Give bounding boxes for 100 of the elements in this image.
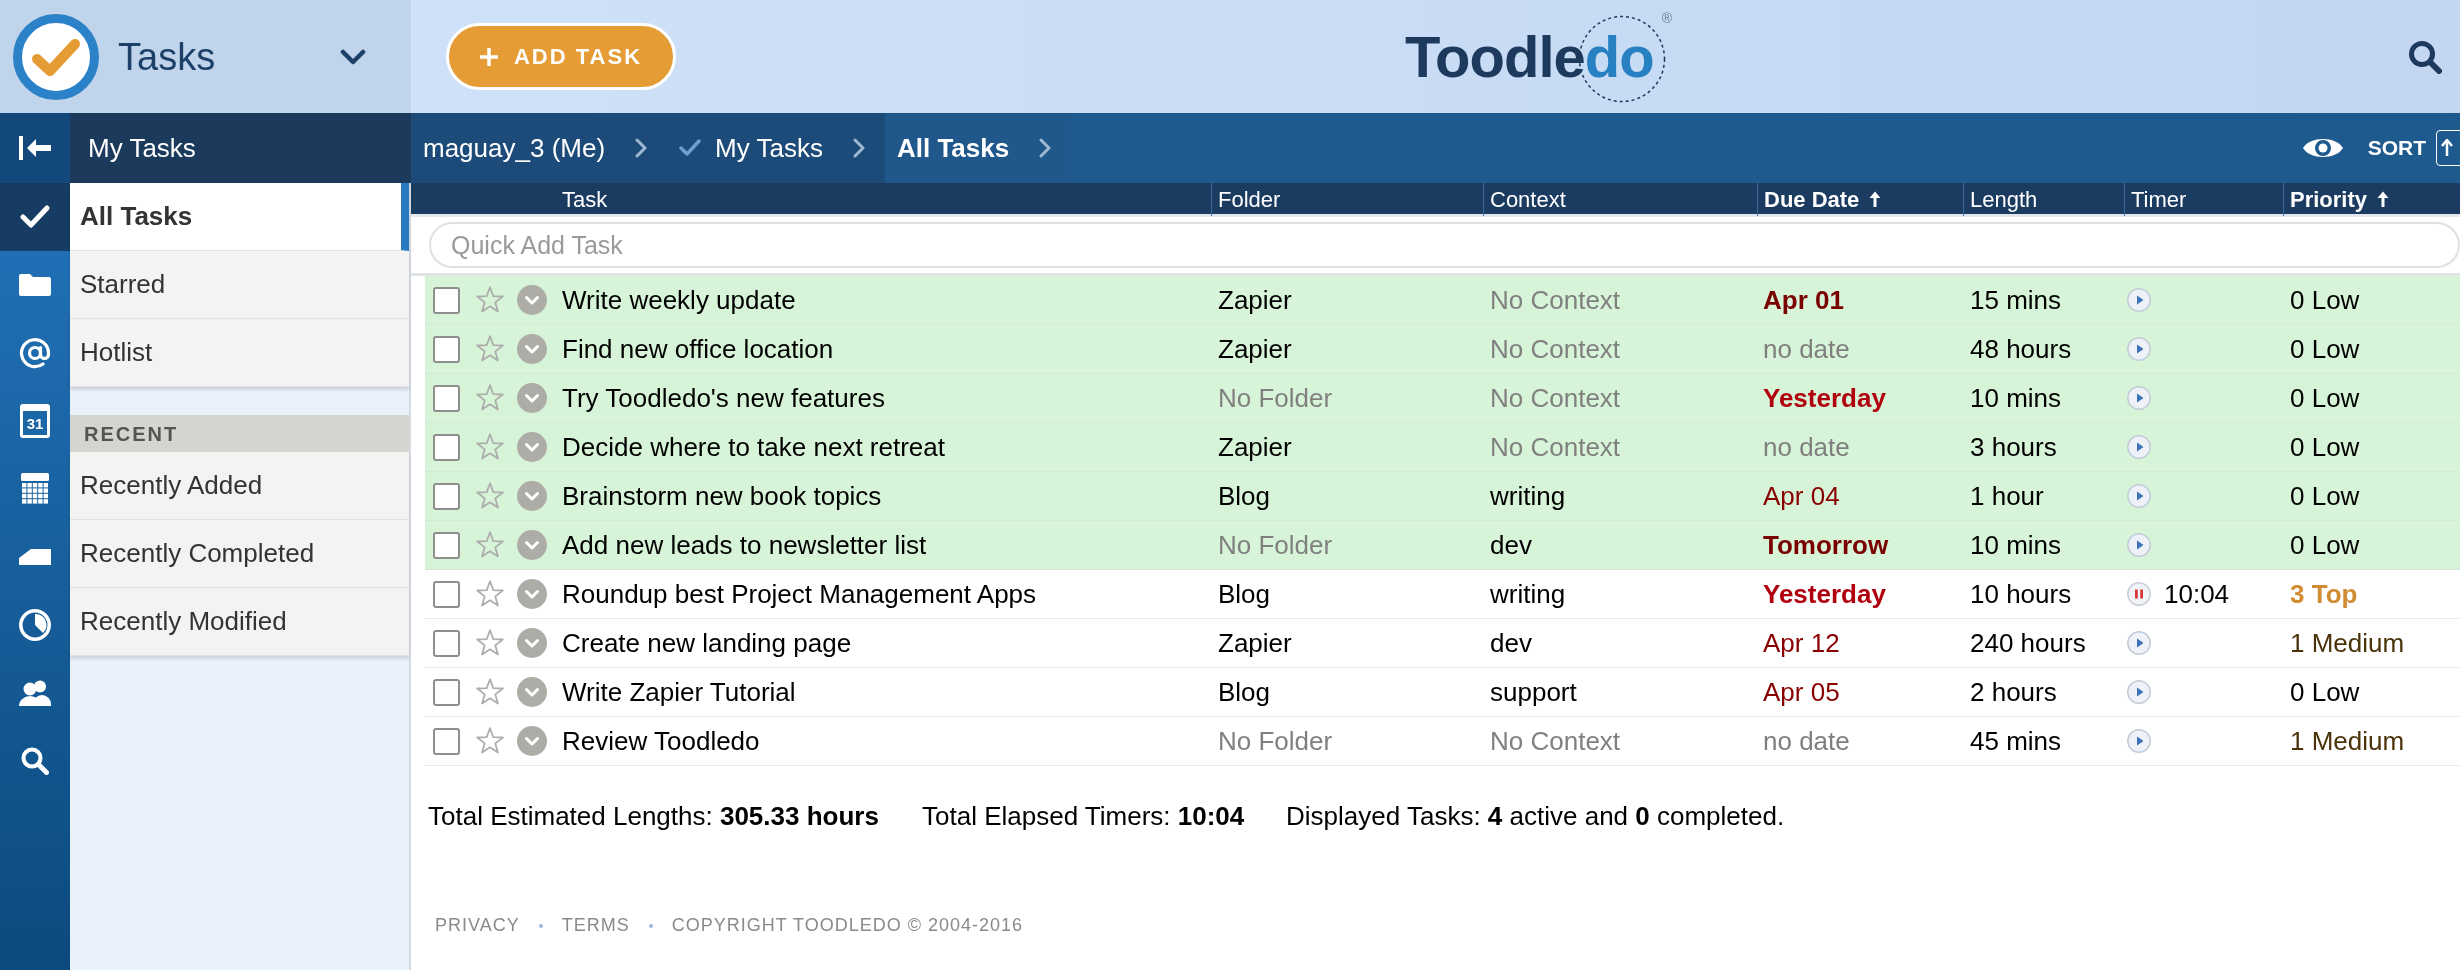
search-icon[interactable] [2408, 39, 2442, 74]
folder-name: Blog [1218, 479, 1271, 513]
sidebar-item[interactable]: Recently Modified [70, 588, 409, 656]
star-icon[interactable] [475, 433, 505, 461]
sidebar-item[interactable]: Recently Added [70, 452, 409, 520]
play-icon[interactable] [2127, 729, 2151, 753]
star-icon[interactable] [475, 580, 505, 608]
column-heading[interactable]: Context [1490, 183, 1566, 216]
due-date: Yesterday [1763, 381, 1886, 415]
task-title[interactable]: Decide where to take next retreat [562, 427, 945, 467]
folder-name: Zapier [1218, 626, 1292, 660]
checkbox[interactable] [433, 433, 460, 461]
app-section-title: Tasks [118, 37, 216, 76]
timer-elapsed: 10:04 [2164, 577, 2230, 611]
star-icon[interactable] [475, 531, 505, 559]
sort-button[interactable]: SORT [2367, 132, 2426, 164]
task-title[interactable]: Try Toodledo's new features [562, 378, 885, 418]
column-heading[interactable]: Folder [1218, 183, 1281, 216]
play-icon[interactable] [2127, 533, 2151, 557]
due-date: Apr 12 [1763, 626, 1840, 660]
task-title[interactable]: Write weekly update [562, 280, 796, 320]
priority-label: 1 Medium [2290, 626, 2405, 660]
task-title[interactable]: Add new leads to newsletter list [562, 525, 927, 565]
chevron-circle-icon[interactable] [517, 481, 547, 511]
due-date: no date [1763, 332, 1850, 366]
pause-icon[interactable] [2127, 582, 2151, 606]
star-icon[interactable] [475, 678, 505, 706]
star-icon[interactable] [475, 482, 505, 510]
breadcrumb-link[interactable]: My Tasks [667, 113, 885, 183]
calendar-icon: 31 [20, 404, 50, 438]
checkbox[interactable] [433, 629, 460, 657]
checkbox[interactable] [433, 384, 460, 412]
column-heading[interactable]: Length [1970, 183, 2038, 216]
folder-icon [19, 274, 51, 296]
due-date: Yesterday [1763, 577, 1886, 611]
checkbox[interactable] [433, 531, 460, 559]
chevron-circle-icon[interactable] [517, 334, 547, 364]
priority-label: 0 Low [2290, 675, 2360, 709]
sidebar-item[interactable]: Hotlist [70, 319, 409, 387]
task-row[interactable]: Decide where to take next retreat Zapier No Context no date 3 hours 0 Low [425, 423, 2460, 472]
task-title[interactable]: Review Toodledo [562, 721, 760, 761]
task-title[interactable]: Find new office location [562, 329, 834, 369]
context-name: No Context [1490, 332, 1621, 366]
chevron-circle-icon[interactable] [517, 628, 547, 658]
play-icon[interactable] [2127, 680, 2151, 704]
star-icon[interactable] [475, 629, 505, 657]
column-heading[interactable]: Task [562, 183, 608, 216]
play-icon[interactable] [2127, 435, 2151, 459]
task-row[interactable]: Try Toodledo's new features No Folder No Context Yesterday 10 mins 0 Low [425, 374, 2460, 423]
chevron-circle-icon[interactable] [517, 677, 547, 707]
play-icon[interactable] [2127, 337, 2151, 361]
priority-label: 0 Low [2290, 528, 2360, 562]
chevron-circle-icon[interactable] [517, 726, 547, 756]
chevron-circle-icon[interactable] [517, 530, 547, 560]
checkbox[interactable] [433, 727, 460, 755]
priority-label: 0 Low [2290, 381, 2360, 415]
due-date: Apr 01 [1763, 283, 1844, 317]
arrow-up-icon [1869, 191, 1882, 208]
task-row[interactable]: Brainstorm new book topics Blog writing Apr 04 1 hour 0 Low [425, 472, 2460, 521]
task-title[interactable]: Brainstorm new book topics [562, 476, 882, 516]
star-icon[interactable] [475, 286, 505, 314]
task-title[interactable]: Create new landing page [562, 623, 852, 663]
task-row[interactable]: Add new leads to newsletter list No Folder dev Tomorrow 10 mins 0 Low [425, 521, 2460, 570]
due-date: no date [1763, 724, 1850, 758]
label-icon [19, 549, 51, 565]
task-row[interactable]: Find new office location Zapier No Context no date 48 hours 0 Low [425, 325, 2460, 374]
chevron-circle-icon[interactable] [517, 383, 547, 413]
star-icon[interactable] [475, 384, 505, 412]
checkbox[interactable] [433, 580, 460, 608]
checkbox[interactable] [433, 335, 460, 363]
sidebar-item[interactable]: All Tasks [70, 183, 409, 251]
star-icon[interactable] [475, 727, 505, 755]
play-icon[interactable] [2127, 631, 2151, 655]
play-icon[interactable] [2127, 484, 2151, 508]
breadcrumb-link[interactable]: maguay_3 (Me) [411, 113, 668, 183]
checkbox[interactable] [433, 678, 460, 706]
checkbox[interactable] [433, 482, 460, 510]
sidebar-item[interactable]: Recently Completed [70, 520, 409, 588]
star-icon[interactable] [475, 335, 505, 363]
column-heading[interactable]: Timer [2131, 183, 2187, 216]
checkbox[interactable] [433, 286, 460, 314]
task-title[interactable]: Write Zapier Tutorial [562, 672, 796, 712]
column-heading[interactable]: Priority [2290, 183, 2390, 216]
column-heading[interactable]: Due Date [1764, 183, 1882, 216]
quick-add-field[interactable]: Quick Add Task [429, 222, 2460, 268]
context-name: dev [1490, 626, 1532, 660]
play-icon[interactable] [2127, 386, 2151, 410]
rail-button[interactable]: 31 [0, 387, 70, 455]
task-length: 1 hour [1970, 479, 2044, 513]
chevron-down-icon[interactable] [340, 48, 366, 65]
task-title[interactable]: Roundup best Project Management Apps [562, 574, 1037, 614]
chevron-circle-icon[interactable] [517, 285, 547, 315]
chevron-circle-icon[interactable] [517, 432, 547, 462]
task-row[interactable]: Write weekly update Zapier No Context Apr 01 15 mins 0 Low [425, 276, 2460, 325]
sidebar-item[interactable]: Starred [70, 251, 409, 319]
priority-label: 3 Top [2290, 577, 2358, 611]
play-icon[interactable] [2127, 288, 2151, 312]
chevron-circle-icon[interactable] [517, 579, 547, 609]
collapse-sidebar-button[interactable] [0, 113, 70, 183]
folder-name: No Folder [1218, 724, 1333, 758]
